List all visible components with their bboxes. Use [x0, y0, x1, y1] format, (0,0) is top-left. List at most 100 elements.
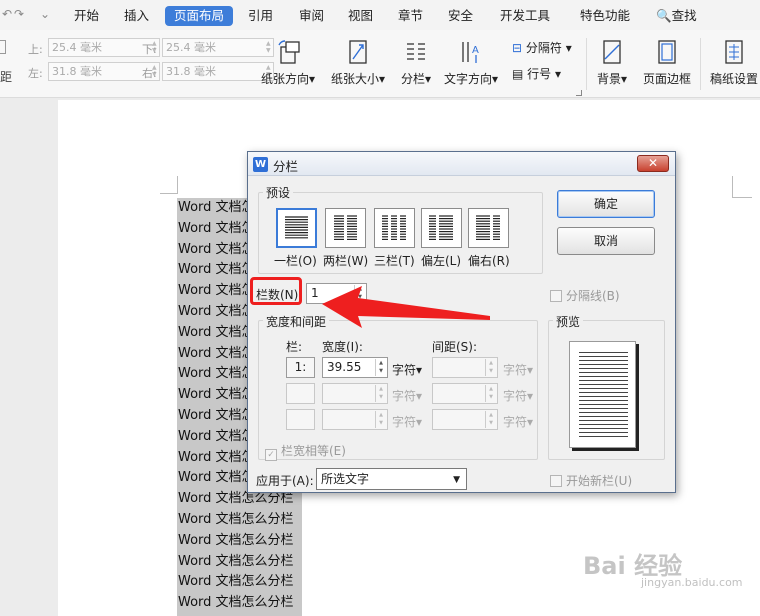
preview-line [579, 428, 628, 429]
preview-line [579, 436, 628, 437]
preview-line [579, 352, 628, 353]
close-button[interactable]: ✕ [637, 155, 669, 172]
preview-line [579, 368, 628, 369]
customize-icon[interactable]: ⌄ [40, 7, 50, 21]
left-column-icon [429, 215, 453, 240]
two-columns-icon [334, 215, 357, 240]
paper-size-button[interactable]: 纸张大小▾ [328, 38, 388, 87]
ok-button[interactable]: 确定 [557, 190, 655, 218]
text-line: Word 文档怎么分栏 [178, 511, 294, 527]
undo-icon[interactable]: ↶ [2, 7, 12, 21]
dialog-titlebar[interactable]: W 分栏 ✕ [248, 152, 675, 176]
page-border-button[interactable]: 页面边框 [638, 38, 696, 87]
preset-left[interactable] [421, 208, 462, 248]
cancel-button[interactable]: 取消 [557, 227, 655, 255]
preview-line [579, 388, 628, 389]
menu-bar: ↶ ↷ ⌄ 开始 插入 页面布局 引用 审阅 视图 章节 安全 开发工具 特色功… [0, 0, 760, 30]
tab-security[interactable]: 安全 [442, 6, 479, 26]
width-header: 宽度(I): [322, 340, 363, 354]
paper-size-icon [328, 38, 388, 66]
text-direction-button[interactable]: A 文字方向▾ [442, 38, 500, 87]
apply-to-select[interactable]: 所选文字 ▼ [316, 468, 467, 490]
ribbon: 距 上: 25.4 毫米 ▲▼ 左: 31.8 毫米 ▲▼ 下: 25.4 毫米… [0, 30, 760, 98]
preset-one-column[interactable] [276, 208, 317, 248]
width-unit-select[interactable]: 字符▾ [392, 413, 422, 430]
preview-line [579, 416, 628, 417]
dialog-launcher-icon[interactable] [576, 90, 582, 96]
preset-label-two: 两栏(W) [323, 254, 369, 268]
tab-page-layout[interactable]: 页面布局 [165, 6, 234, 26]
right-column-icon [476, 215, 500, 240]
spacing-unit-select[interactable]: 字符▾ [503, 387, 533, 404]
dialog-title: 分栏 [273, 159, 299, 174]
ribbon-divider-2 [700, 38, 701, 90]
annotation-highlight-box [250, 277, 302, 305]
columns-button[interactable]: 分栏▾ [396, 38, 436, 87]
preview-label: 预览 [553, 313, 584, 330]
tab-view[interactable]: 视图 [342, 6, 379, 26]
tab-references[interactable]: 引用 [242, 6, 279, 26]
preset-label-right: 偏右(R) [468, 254, 510, 268]
preview-line [579, 400, 628, 401]
preview-line [579, 364, 628, 365]
column-number: 1: [286, 357, 315, 378]
new-column-checkbox[interactable]: 开始新栏(U) [550, 472, 632, 489]
crop-mark-right [732, 176, 752, 198]
cut-label: 距 [0, 70, 13, 84]
col-header: 栏: [286, 340, 303, 354]
column-spacing-input[interactable]: ▲ ▼ [432, 409, 498, 430]
preview-line [579, 360, 628, 361]
one-column-icon [285, 216, 308, 239]
preset-label-left: 偏左(L) [421, 254, 462, 268]
text-direction-icon: A [442, 38, 500, 66]
line-numbers-icon: ▤ [512, 67, 524, 81]
presets-label: 预设 [263, 184, 294, 201]
equal-width-checkbox[interactable]: ✓ 栏宽相等(E) [265, 442, 346, 461]
draft-paper-button[interactable]: 稿纸设置 [708, 38, 760, 87]
column-width-input[interactable]: ▲ ▼ [322, 383, 388, 404]
tab-chapter[interactable]: 章节 [392, 6, 429, 26]
preview-line [579, 380, 628, 381]
text-line: Word 文档怎么分栏 [178, 574, 294, 590]
column-number [286, 383, 315, 404]
text-line: Word 文档怎么分栏 [178, 532, 294, 548]
column-width-input[interactable]: ▲ ▼ [322, 409, 388, 430]
column-spacing-input[interactable]: ▲ ▼ [432, 357, 498, 378]
tab-developer[interactable]: 开发工具 [494, 6, 556, 26]
tab-review[interactable]: 审阅 [293, 6, 330, 26]
spacing-unit-select[interactable]: 字符▾ [503, 361, 533, 378]
spacing-header: 间距(S): [432, 340, 478, 354]
orientation-icon [258, 38, 318, 66]
margins-icon[interactable] [0, 40, 6, 54]
column-width-input[interactable]: 39.55 ▲ ▼ [322, 357, 388, 378]
width-unit-select[interactable]: 字符▾ [392, 387, 422, 404]
preset-label-three: 三栏(T) [374, 254, 415, 268]
page-border-icon [638, 38, 696, 66]
redo-icon[interactable]: ↷ [14, 7, 24, 21]
preview-line [579, 384, 628, 385]
ribbon-divider [586, 38, 587, 90]
crop-mark-left [160, 176, 178, 194]
separator-button[interactable]: ⊟ 分隔符 ▾ [512, 39, 572, 56]
search-icon: 🔍 [656, 8, 672, 23]
spacing-unit-select[interactable]: 字符▾ [503, 413, 533, 430]
preset-two-columns[interactable] [325, 208, 366, 248]
annotation-arrow [322, 286, 490, 328]
three-columns-icon [382, 215, 406, 240]
line-numbers-button[interactable]: ▤ 行号 ▾ [512, 65, 561, 82]
preview-line [579, 420, 628, 421]
preset-right[interactable] [468, 208, 509, 248]
column-spacing-input[interactable]: ▲ ▼ [432, 383, 498, 404]
preview-line [579, 392, 628, 393]
tab-home[interactable]: 开始 [68, 6, 105, 26]
background-button[interactable]: 背景▾ [592, 38, 632, 87]
apply-to-label: 应用于(A): [256, 474, 314, 488]
tab-special[interactable]: 特色功能 [574, 6, 636, 26]
chevron-down-icon: ▼ [453, 475, 460, 485]
tab-insert[interactable]: 插入 [118, 6, 155, 26]
orientation-button[interactable]: 纸张方向▾ [258, 38, 318, 87]
search-button[interactable]: 🔍查找 [650, 6, 703, 26]
preset-three-columns[interactable] [374, 208, 415, 248]
width-unit-select[interactable]: 字符▾ [392, 361, 422, 378]
separator-line-checkbox[interactable]: 分隔线(B) [550, 287, 620, 304]
